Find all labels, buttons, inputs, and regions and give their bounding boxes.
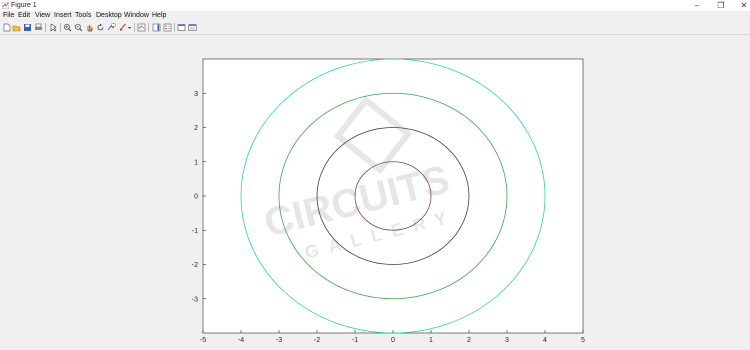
x-tick-label: -1 (352, 337, 358, 344)
figure-canvas: CIRCUITS GALLERY -5 -4 -3 -2 -1 0 1 2 3 4 5 -3-2-1… (192, 58, 585, 344)
brush-icon[interactable] (118, 23, 127, 32)
pan-icon[interactable] (85, 23, 94, 32)
minimize-button[interactable]: – (686, 0, 708, 11)
menu-bar: File Edit View Insert Tools Desktop Wind… (0, 11, 750, 21)
toolbar-separator (148, 23, 149, 32)
hide-plot-tools-icon[interactable] (177, 23, 186, 32)
y-tick-label: 0 (194, 194, 198, 201)
toolbar-separator (134, 23, 135, 32)
toolbar-separator (60, 23, 61, 32)
menu-desktop[interactable]: Desktop (96, 11, 122, 21)
menu-insert[interactable]: Insert (54, 11, 72, 21)
window-titlebar: Figure 1 – ❐ ✕ (0, 0, 750, 11)
menu-view[interactable]: View (35, 11, 50, 21)
y-tick-label: 2 (194, 125, 198, 132)
x-tick-label: 1 (429, 337, 433, 344)
close-button[interactable]: ✕ (733, 0, 750, 11)
legend-icon[interactable] (163, 23, 172, 32)
x-tick-label: 4 (543, 337, 547, 344)
show-plot-tools-icon[interactable] (188, 23, 197, 32)
link-plot-icon[interactable] (137, 23, 146, 32)
matlab-figure-icon (2, 2, 9, 9)
open-file-icon[interactable] (12, 23, 21, 32)
menu-window[interactable]: Window (124, 11, 149, 21)
save-icon[interactable] (23, 23, 32, 32)
y-tick-label: -1 (192, 228, 198, 235)
brush-dropdown-icon[interactable] (127, 23, 132, 32)
data-cursor-icon[interactable] (107, 23, 116, 32)
menu-tools[interactable]: Tools (75, 11, 91, 21)
toolbar-separator (174, 23, 175, 32)
menu-edit[interactable]: Edit (18, 11, 30, 21)
x-tick-label: -2 (314, 337, 320, 344)
x-tick-label: 3 (505, 337, 509, 344)
menu-file[interactable]: File (3, 11, 14, 21)
x-tick-label: 5 (581, 337, 585, 344)
x-tick-label: 0 (391, 337, 395, 344)
toolbar-separator (45, 23, 46, 32)
x-tick-label: -4 (238, 337, 244, 344)
print-icon[interactable] (34, 23, 43, 32)
zoom-in-icon[interactable] (63, 23, 72, 32)
y-tick-label: 1 (194, 159, 198, 166)
menu-help[interactable]: Help (152, 11, 166, 21)
x-tick-label: -5 (200, 337, 206, 344)
window-title: Figure 1 (11, 2, 37, 9)
new-figure-icon[interactable] (2, 23, 11, 32)
y-tick-label: -2 (192, 262, 198, 269)
x-tick-label: -3 (276, 337, 282, 344)
figure-toolbar (0, 21, 750, 35)
rotate-icon[interactable] (96, 23, 105, 32)
y-tick-label: 3 (194, 91, 198, 98)
restore-button[interactable]: ❐ (710, 0, 732, 11)
zoom-out-icon[interactable] (74, 23, 83, 32)
x-tick-label: 2 (467, 337, 471, 344)
pointer-icon[interactable] (49, 23, 58, 32)
y-tick-label: -3 (192, 296, 198, 303)
colorbar-icon[interactable] (152, 23, 161, 32)
